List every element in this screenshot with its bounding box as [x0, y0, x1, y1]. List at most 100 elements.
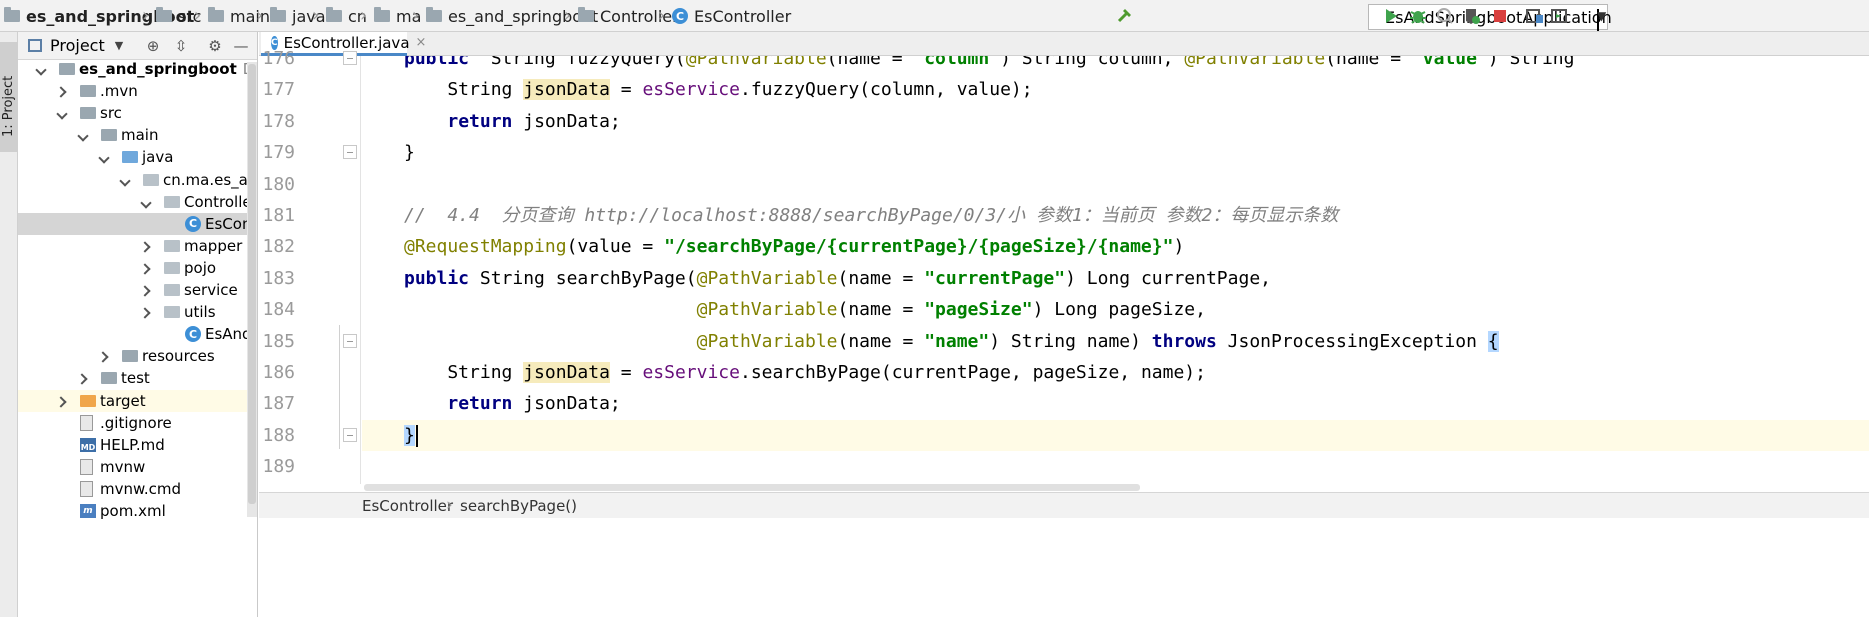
- chevron-right-icon[interactable]: [141, 241, 151, 251]
- chevron-right-icon[interactable]: [57, 396, 67, 406]
- class-crumb[interactable]: EsController: [362, 497, 453, 515]
- breadcrumb-item[interactable]: C EsController: [672, 0, 791, 32]
- debug-icon[interactable]: [1408, 6, 1428, 26]
- chevron-right-icon[interactable]: [141, 307, 151, 317]
- tree-item-resources[interactable]: resources: [18, 345, 257, 367]
- chevron-down-icon[interactable]: [141, 197, 151, 207]
- code-token: .searchByPage(currentPage, pageSize, nam…: [739, 362, 1206, 383]
- tree-item-pom-xml[interactable]: m pom.xml: [18, 500, 257, 522]
- tool-window-strip: 1: Project: [0, 32, 18, 617]
- fold-toggle-icon[interactable]: [343, 51, 357, 65]
- code-line[interactable]: }: [362, 419, 1869, 451]
- code-line[interactable]: public String searchByPage(@PathVariable…: [362, 263, 1869, 294]
- tree-item-mvnw[interactable]: mvnw: [18, 456, 257, 478]
- navigation-bar: es_and_springbootsrcmainjavacnmaes_and_s…: [0, 0, 1869, 32]
- window-icon[interactable]: [1549, 6, 1569, 26]
- code-line[interactable]: String jsonData = esService.fuzzyQuery(c…: [362, 74, 1869, 105]
- hammer-icon[interactable]: [1116, 6, 1136, 26]
- run-configuration-select[interactable]: EsAndSpringbootApplication ▼: [1368, 4, 1612, 31]
- locate-icon[interactable]: ⊕: [144, 37, 162, 55]
- tree-item-gitignore[interactable]: .gitignore: [18, 412, 257, 434]
- tree-item-text: resources: [142, 347, 215, 366]
- chevron-down-icon[interactable]: [99, 152, 109, 162]
- chevron-down-icon[interactable]: ▼: [115, 39, 123, 52]
- tree-item-src[interactable]: src: [18, 102, 257, 124]
- code-line[interactable]: }: [362, 137, 1869, 168]
- code-line[interactable]: return jsonData;: [362, 106, 1869, 137]
- fold-toggle-icon[interactable]: [343, 145, 357, 160]
- code-line[interactable]: public String fuzzyQuery(@PathVariable(n…: [362, 56, 1869, 74]
- tree-item-es-and-springboot[interactable]: es_and_springbootD:\develop\i: [18, 58, 257, 80]
- chevron-right-icon[interactable]: [99, 351, 109, 361]
- folder-icon: [578, 7, 594, 22]
- stop-icon[interactable]: [1490, 6, 1510, 26]
- tree-item-text: es_and_springboot: [79, 60, 237, 78]
- tree-item-service[interactable]: service: [18, 279, 257, 301]
- code-token: String: [404, 362, 524, 383]
- tree-item-controller[interactable]: Controller: [18, 191, 257, 213]
- breadcrumb-separator: [412, 6, 422, 26]
- tree-item-target[interactable]: target: [18, 389, 257, 412]
- tree-item-pojo[interactable]: pojo: [18, 257, 257, 279]
- code-line[interactable]: return jsonData;: [362, 388, 1869, 419]
- collapse-all-icon[interactable]: ⇳: [172, 37, 190, 55]
- fold-toggle-icon[interactable]: [343, 333, 357, 348]
- code-line[interactable]: // 4.4 分页查询 http://localhost:8888/search…: [362, 200, 1869, 231]
- breadcrumb-label: EsController: [694, 6, 792, 26]
- structure-icon[interactable]: [1525, 6, 1545, 26]
- tree-item-text: test: [121, 369, 150, 388]
- tree-item-mvnw-cmd[interactable]: mvnw.cmd: [18, 478, 257, 500]
- class-icon: C: [672, 8, 688, 24]
- code-token: ) Long pageSize,: [1032, 299, 1206, 321]
- project-scrollbar[interactable]: [247, 62, 257, 517]
- file-icon: [80, 414, 93, 431]
- tree-item-mapper[interactable]: mapper: [18, 235, 257, 257]
- tree-item-main[interactable]: main: [18, 124, 257, 146]
- line-number: 180: [262, 173, 295, 195]
- code-line[interactable]: [362, 451, 1869, 482]
- chevron-down-icon[interactable]: [120, 175, 130, 185]
- hide-icon[interactable]: —: [232, 37, 250, 55]
- chevron-down-icon[interactable]: [57, 108, 67, 118]
- editor-horizontal-scrollbar[interactable]: [362, 484, 1869, 492]
- chevron-down-icon[interactable]: [36, 64, 46, 74]
- coverage-icon[interactable]: [1435, 6, 1455, 26]
- code-editor[interactable]: public String fuzzyQuery(@PathVariable(n…: [362, 56, 1869, 484]
- code-token: @PathVariable: [1184, 56, 1326, 69]
- code-token: JsonProcessingException: [1216, 330, 1488, 352]
- tree-item-text: cn.ma.es_and_sprin: [163, 170, 257, 189]
- tree-item-text: .mvn: [100, 82, 138, 101]
- project-panel-title[interactable]: Project: [50, 36, 105, 55]
- tree-item-java[interactable]: java: [18, 146, 257, 168]
- tree-item-help-md[interactable]: MD HELP.md: [18, 434, 257, 456]
- code-line[interactable]: @PathVariable(name = "pageSize") Long pa…: [362, 294, 1869, 325]
- tree-item-escontroller[interactable]: CEsController: [18, 212, 257, 235]
- breadcrumb-separator: [256, 6, 266, 26]
- code-token: }: [404, 142, 415, 164]
- code-token: 小 参数1：当前页 参数2：每页显示条数: [1007, 205, 1339, 226]
- tree-item-test[interactable]: test: [18, 367, 257, 389]
- chevron-right-icon[interactable]: [141, 285, 151, 295]
- chevron-right-icon[interactable]: [57, 86, 67, 96]
- tree-item-cn-ma-es-and-sprin[interactable]: cn.ma.es_and_sprin: [18, 169, 257, 191]
- code-line[interactable]: @RequestMapping(value = "/searchByPage/{…: [362, 231, 1869, 262]
- tab-label: EsController.java: [283, 33, 410, 52]
- tree-item-utils[interactable]: utils: [18, 301, 257, 323]
- code-token: esService: [642, 79, 740, 101]
- gear-icon[interactable]: ⚙: [206, 37, 224, 55]
- fold-toggle-icon[interactable]: [343, 427, 357, 442]
- profile-icon[interactable]: [1462, 6, 1482, 26]
- chevron-right-icon[interactable]: [141, 263, 151, 273]
- chevron-right-icon[interactable]: [78, 373, 88, 383]
- tree-item-mvn[interactable]: .mvn: [18, 80, 257, 102]
- code-token: (name =: [826, 56, 914, 69]
- close-icon[interactable]: ×: [416, 35, 427, 50]
- code-line[interactable]: String jsonData = esService.searchByPage…: [362, 357, 1869, 388]
- code-line[interactable]: [362, 169, 1869, 200]
- chevron-down-icon[interactable]: [78, 130, 88, 140]
- code-line[interactable]: @PathVariable(name = "name") String name…: [362, 326, 1869, 357]
- tree-item-esandspringboo[interactable]: CEsAndSpringboo: [18, 323, 257, 345]
- method-crumb[interactable]: searchByPage(): [460, 497, 577, 515]
- run-icon[interactable]: [1381, 6, 1401, 26]
- code-token: throws: [1151, 330, 1217, 352]
